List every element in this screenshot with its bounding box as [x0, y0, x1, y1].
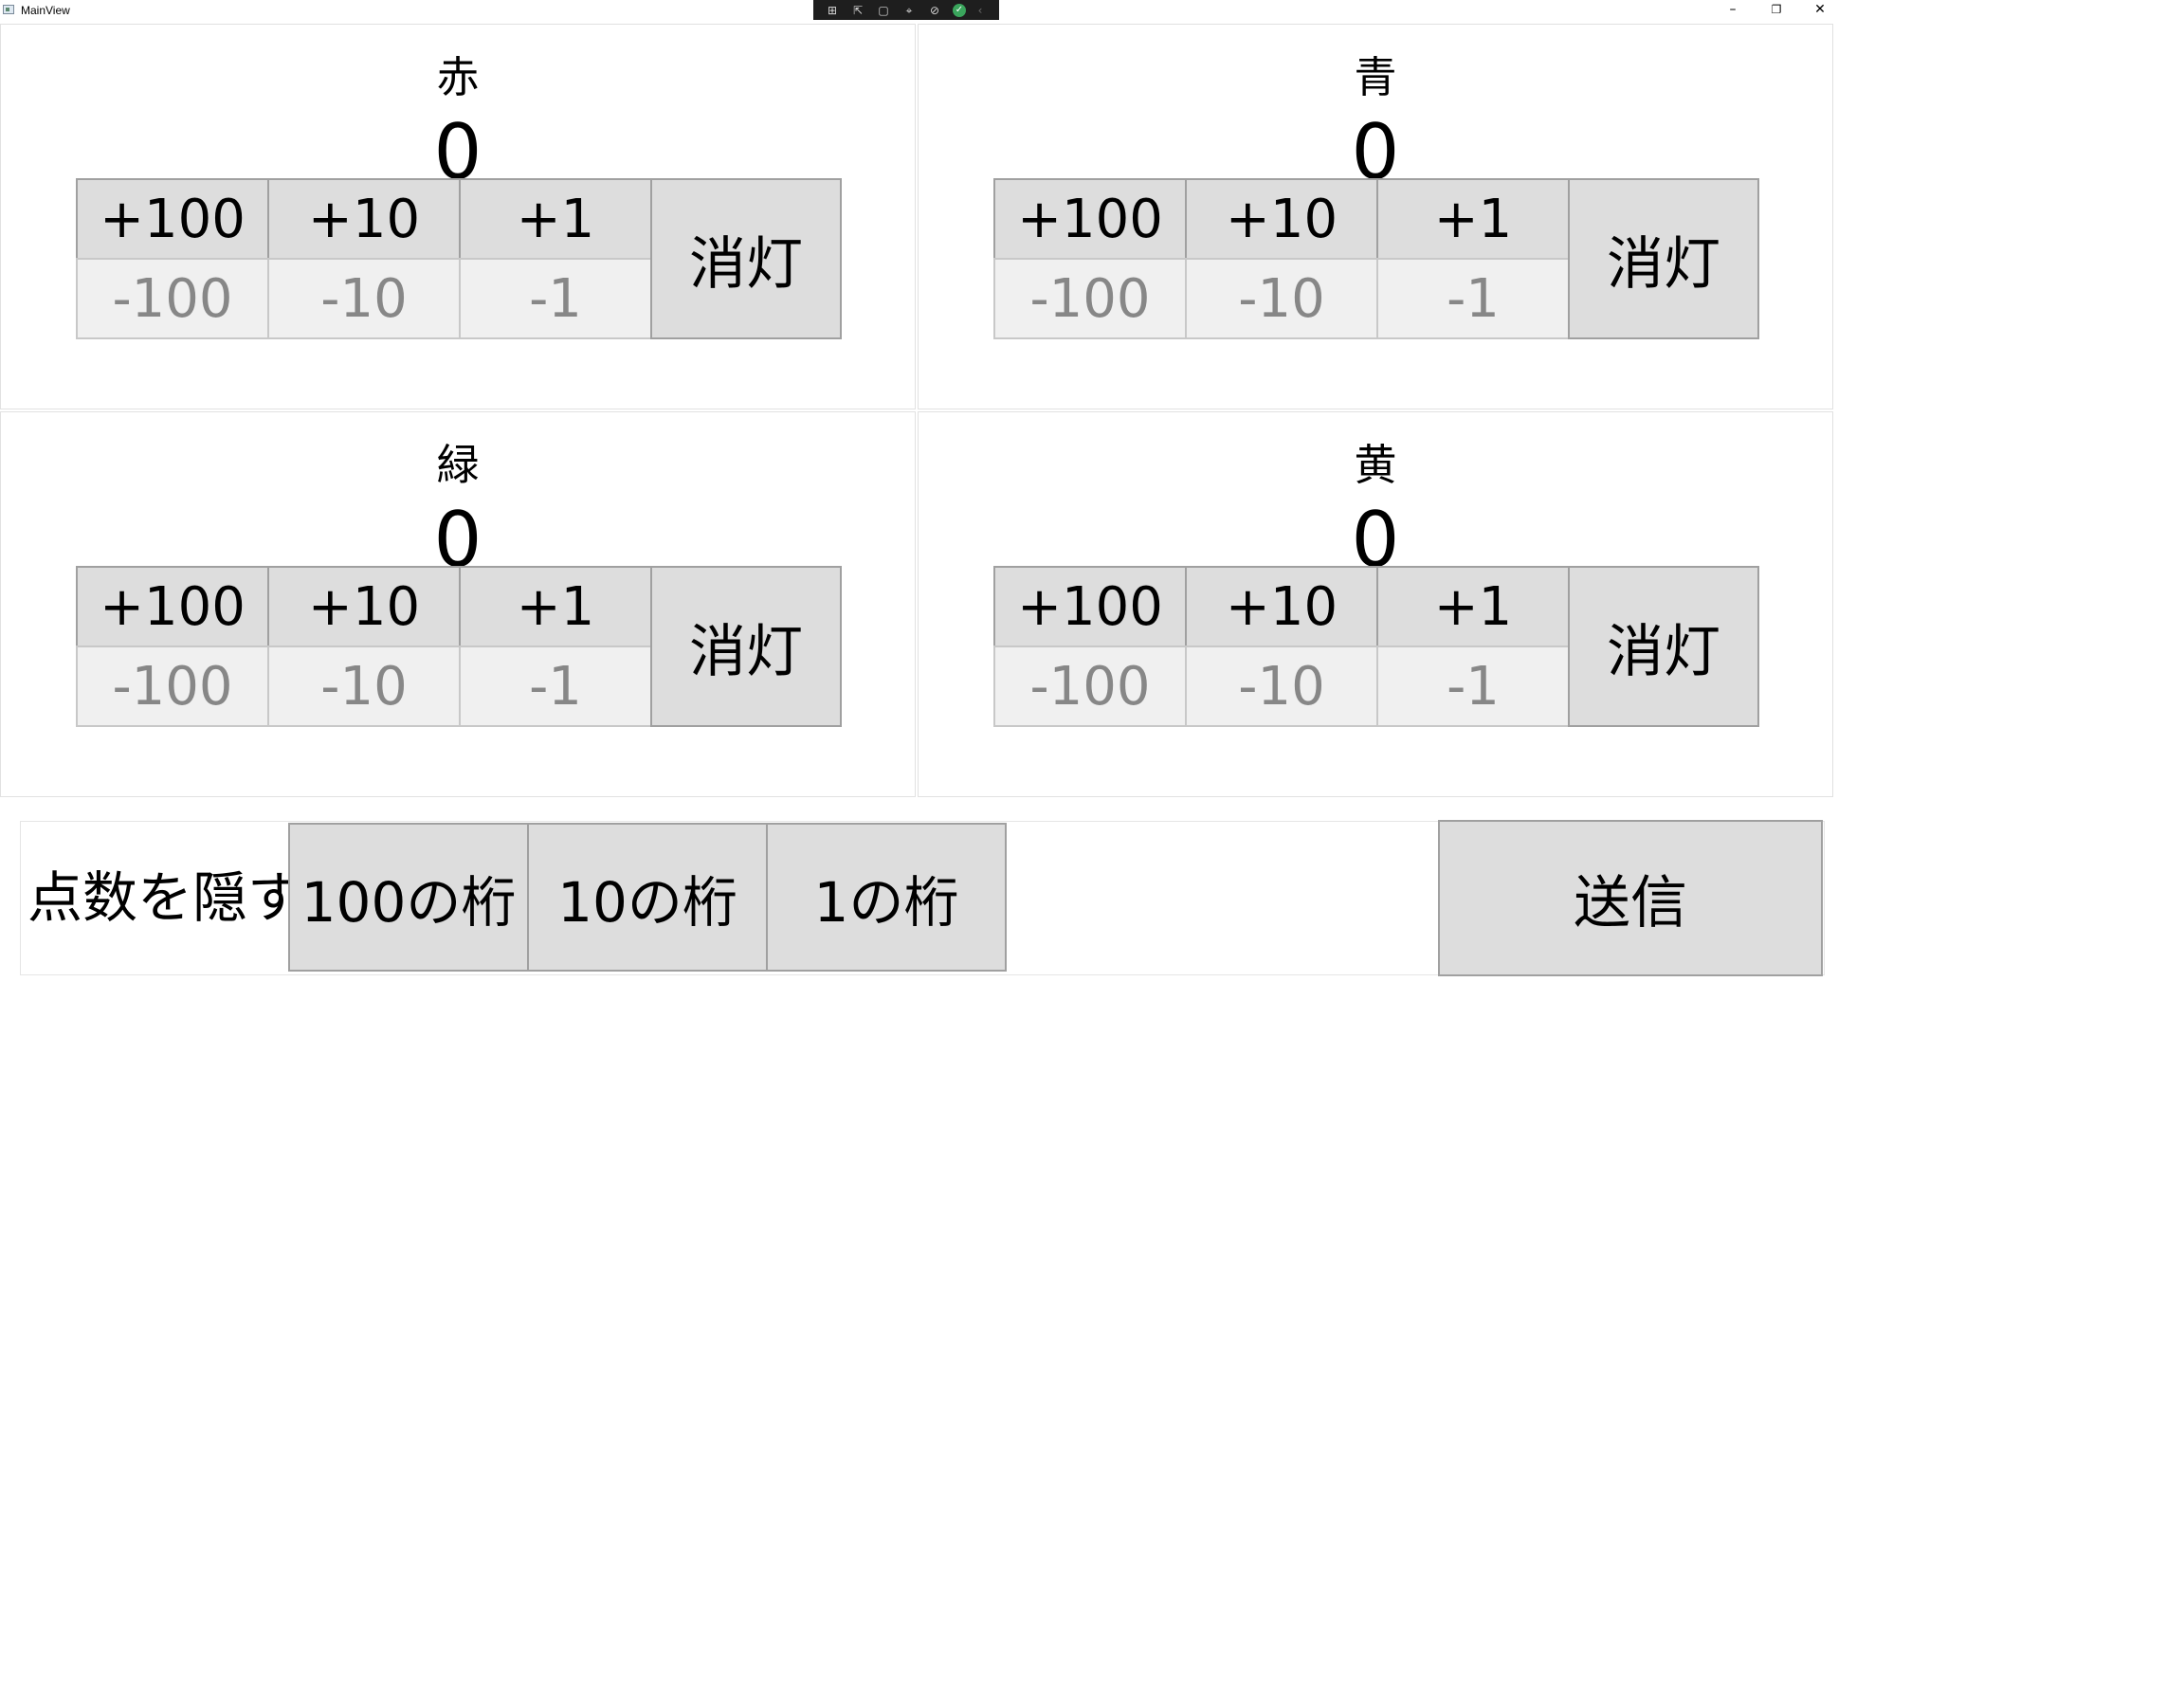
team-panel-yellow: 黄 0 +100 +10 +1 -100 -10 -1 消灯	[918, 411, 1833, 797]
display-layout-adorners-icon[interactable]: ▢	[876, 4, 891, 17]
plus-1-button[interactable]: +1	[459, 178, 652, 260]
score-button-grid: +100 +10 +1 -100 -10 -1 消灯	[993, 178, 1759, 339]
team-name: 黄	[1354, 440, 1397, 490]
plus-10-button[interactable]: +10	[267, 178, 461, 260]
plus-10-button[interactable]: +10	[267, 566, 461, 647]
lights-off-button[interactable]: 消灯	[1568, 178, 1759, 339]
minus-1-button[interactable]: -1	[459, 258, 652, 339]
hot-reload-ok-icon[interactable]: ✓	[953, 3, 966, 17]
track-focus-icon[interactable]: ⌖	[901, 4, 917, 17]
hide-ones-digit-button[interactable]: 1の桁	[766, 823, 1007, 972]
minus-1-button[interactable]: -1	[1376, 258, 1570, 339]
minus-100-button[interactable]: -100	[76, 258, 269, 339]
minus-10-button[interactable]: -10	[267, 645, 461, 727]
window-title-bar: MainView ⊞ ⇱ ▢ ⌖ ⊘ ✓ ‹ – ❐ ✕	[0, 0, 1831, 21]
team-panel-red: 赤 0 +100 +10 +1 -100 -10 -1 消灯	[0, 24, 916, 409]
hide-score-label: 点数を隠す	[27, 865, 303, 930]
minus-1-button[interactable]: -1	[459, 645, 652, 727]
plus-10-button[interactable]: +10	[1185, 178, 1378, 260]
team-name: 緑	[436, 440, 480, 490]
plus-10-button[interactable]: +10	[1185, 566, 1378, 647]
team-panel-blue: 青 0 +100 +10 +1 -100 -10 -1 消灯	[918, 24, 1833, 409]
team-name: 青	[1354, 52, 1397, 102]
hide-tens-digit-button[interactable]: 10の桁	[527, 823, 768, 972]
minimize-button[interactable]: –	[1711, 0, 1755, 19]
score-button-grid: +100 +10 +1 -100 -10 -1 消灯	[76, 178, 842, 339]
minus-10-button[interactable]: -10	[1185, 645, 1378, 727]
collapse-toolbar-icon[interactable]: ‹	[976, 4, 984, 17]
debug-toolbar: ⊞ ⇱ ▢ ⌖ ⊘ ✓ ‹	[813, 0, 999, 20]
minus-100-button[interactable]: -100	[993, 645, 1187, 727]
score-button-grid: +100 +10 +1 -100 -10 -1 消灯	[993, 566, 1759, 727]
hide-hundreds-digit-button[interactable]: 100の桁	[288, 823, 529, 972]
restore-button[interactable]: ❐	[1755, 0, 1798, 19]
close-button[interactable]: ✕	[1798, 0, 1842, 19]
plus-1-button[interactable]: +1	[459, 566, 652, 647]
lights-off-button[interactable]: 消灯	[1568, 566, 1759, 727]
minus-10-button[interactable]: -10	[1185, 258, 1378, 339]
team-name: 赤	[436, 52, 480, 102]
plus-100-button[interactable]: +100	[993, 178, 1187, 260]
plus-1-button[interactable]: +1	[1376, 178, 1570, 260]
score-button-grid: +100 +10 +1 -100 -10 -1 消灯	[76, 566, 842, 727]
go-to-live-visual-tree-icon[interactable]: ⊞	[825, 4, 840, 17]
window-title: MainView	[21, 4, 70, 17]
minus-100-button[interactable]: -100	[993, 258, 1187, 339]
lights-off-button[interactable]: 消灯	[650, 178, 842, 339]
select-element-icon[interactable]: ⇱	[850, 4, 865, 17]
plus-100-button[interactable]: +100	[993, 566, 1187, 647]
binding-failures-icon[interactable]: ⊘	[927, 4, 942, 17]
app-icon	[3, 5, 14, 14]
send-button[interactable]: 送信	[1438, 820, 1823, 976]
bottom-control-bar: 点数を隠す 100の桁 10の桁 1の桁 送信	[20, 820, 1825, 976]
minus-10-button[interactable]: -10	[267, 258, 461, 339]
lights-off-button[interactable]: 消灯	[650, 566, 842, 727]
team-panel-green: 緑 0 +100 +10 +1 -100 -10 -1 消灯	[0, 411, 916, 797]
plus-1-button[interactable]: +1	[1376, 566, 1570, 647]
minus-100-button[interactable]: -100	[76, 645, 269, 727]
minus-1-button[interactable]: -1	[1376, 645, 1570, 727]
plus-100-button[interactable]: +100	[76, 178, 269, 260]
plus-100-button[interactable]: +100	[76, 566, 269, 647]
